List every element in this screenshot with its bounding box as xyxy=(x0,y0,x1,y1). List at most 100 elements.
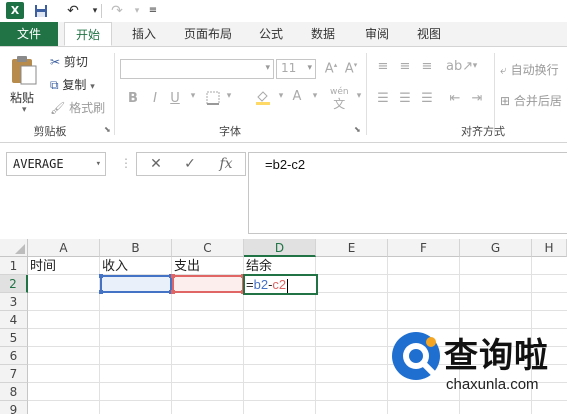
clipboard-launcher-icon[interactable]: ⬊ xyxy=(104,126,112,134)
paste-dropdown-icon[interactable]: ▾ xyxy=(22,105,27,115)
undo-icon[interactable]: ↶ xyxy=(62,1,84,21)
cell-a2[interactable] xyxy=(28,275,100,293)
ribbon-tabs: 文件 开始 插入 页面布局 公式 数据 审阅 视图 xyxy=(0,22,567,47)
tab-insert[interactable]: 插入 xyxy=(126,22,162,46)
ref-handle[interactable] xyxy=(99,274,103,278)
bold-button[interactable]: B xyxy=(124,91,142,106)
cell-d1[interactable]: 结余 xyxy=(244,257,316,275)
font-color-dropdown-icon[interactable]: ▾ xyxy=(306,91,324,101)
ref-handle[interactable] xyxy=(171,290,175,294)
column-header-b[interactable]: B xyxy=(100,239,172,257)
ref-handle[interactable] xyxy=(171,274,175,278)
row-header-1[interactable]: 1 xyxy=(0,257,28,275)
column-header-g[interactable]: G xyxy=(460,239,532,257)
save-icon[interactable] xyxy=(30,1,52,21)
wrap-text-icon: ⤶ xyxy=(500,63,507,77)
column-header-c[interactable]: C xyxy=(172,239,244,257)
merge-center-icon: ⊞ xyxy=(500,94,511,108)
wrap-text-label: 自动换行 xyxy=(510,63,559,77)
column-header-e[interactable]: E xyxy=(316,239,388,257)
align-middle-icon[interactable]: ≡ xyxy=(396,59,414,74)
select-all-corner[interactable] xyxy=(0,239,28,257)
row-header-2[interactable]: 2 xyxy=(0,275,28,293)
cell-d2-editing[interactable]: =b2-c2 xyxy=(243,274,318,295)
row-header-3[interactable]: 3 xyxy=(0,293,28,311)
format-painter-button[interactable]: 🖌 格式刷 xyxy=(50,99,105,116)
borders-dropdown-icon[interactable]: ▾ xyxy=(220,91,238,101)
copy-dropdown-icon: ▾ xyxy=(90,82,95,92)
column-header-d[interactable]: D xyxy=(244,239,316,257)
name-box[interactable]: AVERAGE ▾ xyxy=(6,152,106,176)
redo-icon[interactable]: ↷ xyxy=(106,1,128,21)
cell-b1[interactable]: 收入 xyxy=(100,257,172,275)
fill-color-icon[interactable] xyxy=(254,89,272,109)
cancel-icon[interactable]: ✕ xyxy=(139,153,173,175)
align-center-icon[interactable]: ☰ xyxy=(396,91,414,106)
column-header-a[interactable]: A xyxy=(28,239,100,257)
font-launcher-icon[interactable]: ⬊ xyxy=(354,126,362,134)
formula-input[interactable]: =b2-c2 xyxy=(248,152,567,234)
group-separator xyxy=(366,53,367,135)
font-size-dropdown-icon: ▾ xyxy=(307,63,312,73)
phonetic-guide-icon[interactable]: wén 文 xyxy=(330,87,349,112)
font-color-icon[interactable]: A xyxy=(288,89,306,104)
watermark-title: 查询啦 xyxy=(444,336,549,376)
tab-home[interactable]: 开始 xyxy=(64,22,112,46)
excel-app-icon[interactable]: X xyxy=(6,2,24,19)
paste-button[interactable]: 粘贴 xyxy=(10,89,34,106)
tab-formulas[interactable]: 公式 xyxy=(254,22,288,46)
font-name-dropdown-icon: ▾ xyxy=(265,63,270,73)
merge-center-button[interactable]: ⊞ 合并后居 xyxy=(500,92,562,109)
cell-c1[interactable]: 支出 xyxy=(172,257,244,275)
row-header-9[interactable]: 9 xyxy=(0,401,28,414)
customize-qat-icon[interactable]: ≡ xyxy=(142,1,164,21)
tab-file[interactable]: 文件 xyxy=(0,22,58,46)
brush-icon: 🖌 xyxy=(50,101,66,115)
align-left-icon[interactable]: ☰ xyxy=(374,91,392,106)
shrink-font-icon[interactable]: A▾ xyxy=(342,61,360,76)
align-bottom-icon[interactable]: ≡ xyxy=(418,59,436,74)
undo-dropdown-icon[interactable]: ▾ xyxy=(84,1,106,21)
column-header-f[interactable]: F xyxy=(388,239,460,257)
cut-button[interactable]: ✂ 剪切 xyxy=(50,53,88,70)
name-box-dropdown-icon[interactable]: ▾ xyxy=(96,153,101,175)
tab-page-layout[interactable]: 页面布局 xyxy=(178,22,238,46)
underline-dropdown-icon[interactable]: ▾ xyxy=(184,91,202,101)
tab-data[interactable]: 数据 xyxy=(306,22,340,46)
cell-b2-reference[interactable] xyxy=(99,274,173,294)
cell-d2-formula: =b2-c2 xyxy=(246,276,289,293)
insert-function-icon[interactable]: fx xyxy=(209,153,243,175)
grow-font-icon[interactable]: A▴ xyxy=(322,61,340,76)
chaxunla-logo-icon xyxy=(392,332,440,380)
orientation-icon[interactable]: ab↗ xyxy=(446,59,473,74)
decrease-indent-icon[interactable]: ⇤ xyxy=(446,91,464,106)
cell-a1[interactable]: 时间 xyxy=(28,257,100,275)
row-header-5[interactable]: 5 xyxy=(0,329,28,347)
align-right-icon[interactable]: ☰ xyxy=(418,91,436,106)
ribbon-home: 粘贴 ▾ ✂ 剪切 ⧉ 复制 ▾ 🖌 格式刷 剪贴板 ⬊ ▾ 11 ▾ A▴ A… xyxy=(0,47,567,143)
orientation-dropdown-icon[interactable]: ▾ xyxy=(466,61,484,71)
underline-button[interactable]: U xyxy=(166,91,184,106)
paste-icon[interactable] xyxy=(10,55,38,85)
copy-button[interactable]: ⧉ 复制 ▾ xyxy=(50,76,95,93)
row-header-7[interactable]: 7 xyxy=(0,365,28,383)
cell-c2-reference[interactable] xyxy=(171,274,245,294)
wrap-text-button[interactable]: ⤶ 自动换行 xyxy=(500,61,559,78)
tab-review[interactable]: 审阅 xyxy=(360,22,394,46)
row-header-8[interactable]: 8 xyxy=(0,383,28,401)
row-header-6[interactable]: 6 xyxy=(0,347,28,365)
increase-indent-icon[interactable]: ⇥ xyxy=(468,91,486,106)
enter-icon[interactable]: ✓ xyxy=(173,153,207,175)
column-header-h[interactable]: H xyxy=(532,239,567,257)
italic-button[interactable]: I xyxy=(146,91,164,106)
format-painter-label: 格式刷 xyxy=(69,101,106,115)
group-label-clipboard: 剪贴板 xyxy=(33,125,67,138)
font-name-combo[interactable]: ▾ xyxy=(120,59,274,79)
ref-handle[interactable] xyxy=(99,290,103,294)
font-size-combo[interactable]: 11 ▾ xyxy=(276,59,316,79)
formula-ref-b2: b2 xyxy=(253,277,269,292)
row-header-4[interactable]: 4 xyxy=(0,311,28,329)
copy-label: 复制 xyxy=(62,78,87,92)
align-top-icon[interactable]: ≡ xyxy=(374,59,392,74)
tab-view[interactable]: 视图 xyxy=(412,22,446,46)
